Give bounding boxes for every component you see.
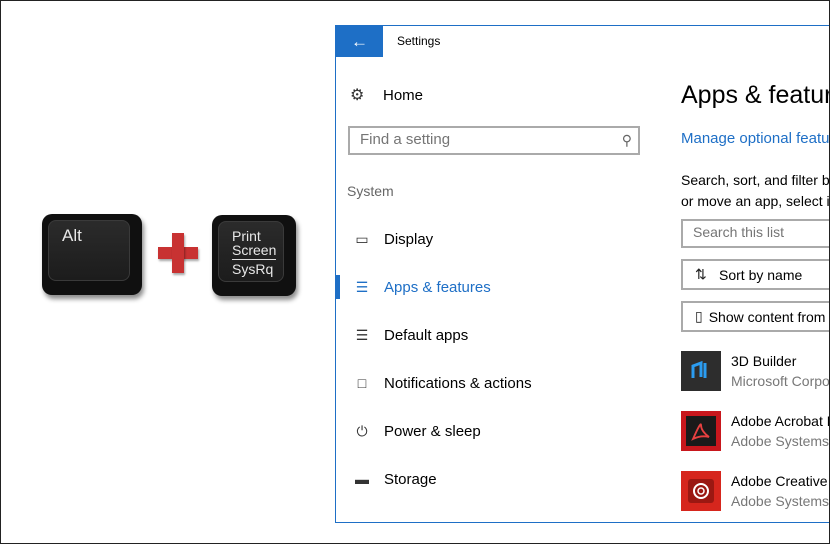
plus-vertical-bar bbox=[172, 233, 184, 273]
show-content-label: Show content from all drives bbox=[708, 308, 829, 325]
power-icon: ⏻ bbox=[356, 422, 368, 439]
app-list-item[interactable]: Adobe Creative Cloud Adobe Systems Incor… bbox=[681, 471, 830, 511]
app-list-item[interactable]: 3D Builder Microsoft Corporation bbox=[681, 351, 830, 391]
alt-key: Alt bbox=[42, 214, 142, 295]
message-icon: □ bbox=[357, 375, 367, 391]
sidebar-item-storage[interactable]: ▬ Storage bbox=[336, 467, 646, 491]
3d-builder-icon bbox=[681, 351, 721, 391]
sidebar-item-label: Default apps bbox=[384, 326, 469, 344]
app-publisher: Adobe Systems Incorporated bbox=[731, 493, 830, 509]
search-list-field[interactable] bbox=[681, 219, 829, 248]
nav-home-label: Home bbox=[383, 86, 424, 104]
nav-home[interactable]: ⚙ Home bbox=[350, 84, 423, 106]
search-icon[interactable]: ⚲ bbox=[622, 132, 632, 149]
app-publisher: Microsoft Corporation bbox=[731, 373, 830, 389]
creative-cloud-glyph bbox=[688, 479, 714, 503]
show-content-button[interactable]: ▯ Show content from all drives bbox=[681, 301, 829, 332]
sidebar-item-label: Power & sleep bbox=[384, 422, 481, 440]
window-title: Settings bbox=[397, 34, 441, 48]
print-key-line2: Screen bbox=[232, 242, 277, 260]
acrobat-glyph bbox=[686, 416, 716, 446]
sidebar-item-label: Notifications & actions bbox=[384, 374, 532, 392]
plus-icon bbox=[158, 233, 198, 273]
sidebar-item-label: Apps & features bbox=[384, 278, 491, 296]
page-description: Search, sort, and filter by drive. If yo… bbox=[681, 170, 830, 212]
sidebar-item-display[interactable]: ▭ Display bbox=[336, 227, 646, 251]
sidebar-item-apps-features[interactable]: ☰ Apps & features bbox=[336, 275, 646, 299]
app-name: Adobe Acrobat Reader DC bbox=[731, 413, 829, 429]
screenshot-frame: Alt Print Screen SysRq ← Settings ⚙ Home… bbox=[0, 0, 830, 544]
app-name: 3D Builder bbox=[731, 353, 797, 369]
default-apps-icon: ☰ bbox=[355, 326, 369, 343]
sort-icon: ⇅ bbox=[695, 266, 707, 282]
creative-cloud-icon bbox=[681, 471, 721, 511]
acrobat-icon bbox=[681, 411, 721, 451]
nav-group-heading: System bbox=[347, 183, 394, 199]
app-name: Adobe Creative Cloud bbox=[731, 473, 829, 489]
sidebar-item-label: Storage bbox=[384, 470, 437, 488]
drive-icon: ▬ bbox=[355, 471, 369, 487]
alt-keycap bbox=[48, 220, 130, 281]
sidebar-item-default-apps[interactable]: ☰ Default apps bbox=[336, 323, 646, 347]
description-line-2: or move an app, select it from the list. bbox=[681, 193, 830, 209]
page-title: Apps & features bbox=[681, 81, 829, 109]
find-setting-field[interactable]: ⚲ bbox=[348, 126, 640, 155]
list-icon: ☰ bbox=[355, 278, 369, 295]
app-publisher: Adobe Systems Incorporated bbox=[731, 433, 830, 449]
drive-filter-icon: ▯ bbox=[695, 308, 703, 324]
title-bar: ← Settings bbox=[336, 26, 829, 57]
find-setting-input[interactable] bbox=[360, 131, 610, 148]
print-screen-key: Print Screen SysRq bbox=[212, 215, 296, 296]
app-list-item[interactable]: Adobe Acrobat Reader DC Adobe Systems In… bbox=[681, 411, 830, 451]
back-arrow-icon: ← bbox=[351, 32, 368, 51]
sort-button-label: Sort by name bbox=[719, 266, 803, 283]
search-list-input[interactable] bbox=[693, 224, 829, 240]
gear-icon: ⚙ bbox=[350, 87, 365, 104]
description-line-1: Search, sort, and filter by drive. If yo… bbox=[681, 172, 830, 188]
sidebar-item-label: Display bbox=[384, 230, 434, 248]
sort-button[interactable]: ⇅ Sort by name bbox=[681, 259, 829, 290]
alt-key-label: Alt bbox=[62, 226, 82, 245]
print-key-line3: SysRq bbox=[232, 261, 274, 277]
settings-window: ← Settings ⚙ Home ⚲ System ▭ Display ☰ A… bbox=[335, 25, 830, 523]
3d-builder-glyph bbox=[691, 360, 707, 378]
sidebar-item-notifications[interactable]: □ Notifications & actions bbox=[336, 371, 646, 395]
manage-optional-features-link[interactable]: Manage optional features bbox=[681, 130, 829, 147]
back-button[interactable]: ← bbox=[336, 26, 383, 57]
sidebar-item-power-sleep[interactable]: ⏻ Power & sleep bbox=[336, 419, 646, 443]
monitor-icon: ▭ bbox=[355, 230, 369, 247]
